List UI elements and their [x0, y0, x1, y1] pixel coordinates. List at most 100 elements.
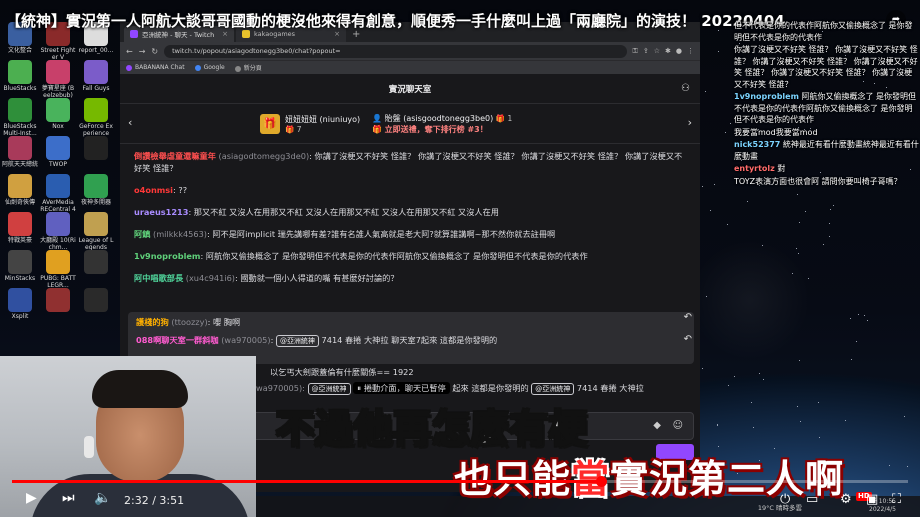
- next-icon[interactable]: ⏭: [62, 490, 75, 506]
- forward-button[interactable]: →: [139, 47, 146, 56]
- chat-username[interactable]: 倒讚檢舉虐童還嘛童年: [134, 151, 216, 161]
- extension-icon[interactable]: ✱: [665, 47, 671, 56]
- miniplayer-icon[interactable]: ▣: [866, 492, 878, 507]
- chat-title: 實況聊天室: [388, 84, 432, 95]
- profile-icon[interactable]: ●: [676, 47, 682, 56]
- volume-icon[interactable]: 🔈: [94, 490, 111, 506]
- star: [796, 248, 798, 250]
- chat-message: 阿鎮 (milkkk4563): 阿不是阿implicit 瑞先講哪有差?誰有名…: [134, 228, 686, 240]
- settings-icon[interactable]: ⚙: [840, 492, 852, 507]
- app-icon: [8, 288, 32, 312]
- star: [818, 436, 820, 438]
- reply-icon[interactable]: ↶: [684, 334, 692, 345]
- chat-message: 護棧的狗 (ttoozzy): 嚶 胸啊: [136, 316, 686, 328]
- desktop-icon-label: report_00...: [78, 47, 114, 54]
- progress-bar[interactable]: [12, 476, 908, 487]
- desktop-icon[interactable]: TWOP: [40, 136, 76, 168]
- close-icon[interactable]: ×: [222, 30, 228, 38]
- overlay-text: 你講了沒梗又不好笑 怪誰？ 你講了沒梗又不好笑 怪誰？ 你講了沒梗又不好笑 怪誰…: [734, 45, 918, 89]
- chat-text: 7414 春捲 大神拉 聊天室7起來 這都是你發明的: [321, 335, 498, 345]
- users-icon[interactable]: ⚇: [681, 83, 690, 94]
- desktop-icon[interactable]: 大廳殿 10(Richm...: [40, 212, 76, 251]
- close-icon[interactable]: ×: [334, 30, 340, 38]
- chat-message: 088啊聊天室一群斜咖 (wa970005): @亞洲統神 7414 春捲 大神…: [136, 334, 686, 347]
- desktop-icon[interactable]: League of Legends: [78, 212, 114, 251]
- star: [807, 277, 809, 279]
- desktop-icon-label: 夢寶星座 (Beelzebub): [41, 85, 75, 99]
- chat-handle: (wa970005): [221, 335, 271, 345]
- chat-username[interactable]: 護棧的狗: [136, 317, 169, 327]
- star: [832, 204, 834, 206]
- star: [752, 426, 754, 428]
- chat-message: 倒讚檢舉虐童還嘛童年 (asiagodtomegg3de0): 你講了沒梗又不好…: [134, 150, 686, 174]
- back-button[interactable]: ←: [126, 47, 133, 56]
- desktop-icon[interactable]: 特戰英豪: [2, 212, 38, 244]
- desktop-icon[interactable]: PUBG: BATTLEGR...: [40, 250, 76, 289]
- star: [701, 367, 703, 369]
- desktop-icon[interactable]: [78, 250, 114, 275]
- earphone: [84, 436, 94, 458]
- star: [818, 402, 820, 404]
- bookmark-babanana[interactable]: BABANANA Chat: [126, 64, 185, 71]
- desktop-icon[interactable]: [78, 136, 114, 161]
- chat-username[interactable]: 088啊聊天室一群斜咖: [136, 335, 219, 345]
- star: [718, 51, 720, 53]
- gifter-count: 7: [296, 124, 302, 134]
- streamer-hair: [92, 370, 188, 408]
- desktop-icon[interactable]: BlueStacks Multi-Inst...: [2, 98, 38, 137]
- gift-box-icon: 🎁: [372, 124, 385, 134]
- leaderboard-entry-2: 👤 貽盤 (asisgoodtonegg3be0) 🎁 1 🎁 立即送禮，奪下排…: [372, 113, 513, 134]
- play-icon[interactable]: ▶: [26, 490, 37, 506]
- desktop-icon[interactable]: GeForce Experience: [78, 98, 114, 137]
- desktop-icon[interactable]: BlueStacks: [2, 60, 38, 92]
- chevron-right-icon[interactable]: ›: [688, 116, 692, 129]
- chat-username[interactable]: 阿中唱歌部長: [134, 273, 183, 283]
- chat-username[interactable]: 1v9noproblem: [134, 251, 200, 261]
- star: [864, 314, 866, 316]
- desktop-icon[interactable]: 阿航天天總統: [2, 136, 38, 168]
- chat-paused-banner[interactable]: ⏸ 捲動介面，聊天已暫停: [353, 382, 450, 394]
- key-icon[interactable]: ⚿: [633, 47, 638, 56]
- desktop-icon[interactable]: 仙劍奇俠傳: [2, 174, 38, 206]
- star: [725, 132, 727, 134]
- desktop-icon[interactable]: Fall Guys: [78, 60, 114, 92]
- subtitles-icon[interactable]: ▭: [806, 492, 818, 507]
- desktop-icon-label: 阿航天天總統: [2, 161, 39, 168]
- star-icon[interactable]: ☆: [654, 47, 660, 56]
- gift-cta-link[interactable]: 立即送禮，奪下排行榜 #3！: [385, 125, 488, 134]
- desktop-icon[interactable]: Xsplit: [2, 288, 38, 320]
- star: [829, 235, 831, 237]
- fullscreen-icon[interactable]: ⛶: [892, 492, 901, 507]
- emote-icon[interactable]: ☺: [673, 420, 683, 431]
- app-icon: [8, 98, 32, 122]
- app-icon: [46, 136, 70, 160]
- reload-button[interactable]: ↻: [151, 47, 158, 56]
- chevron-left-icon[interactable]: ‹: [128, 116, 132, 129]
- desktop-icon[interactable]: MinStacks: [2, 250, 38, 282]
- desktop-icon-label: 大廳殿 10(Richm...: [40, 237, 76, 251]
- share-icon[interactable]: ⇪: [643, 47, 649, 56]
- desktop-icon[interactable]: [78, 288, 114, 313]
- overlay-username: 1v9noproblem: [734, 92, 799, 101]
- chat-username[interactable]: o4onmsi: [134, 185, 173, 195]
- desktop-icon[interactable]: Nox: [40, 98, 76, 130]
- top-user-name: 貽盤 (asisgoodtonegg3be0): [384, 113, 494, 123]
- chat-username[interactable]: 阿鎮: [134, 229, 150, 239]
- autoplay-toggle[interactable]: ⏻: [780, 492, 790, 507]
- star: [823, 244, 825, 246]
- reply-icon[interactable]: ↶: [684, 312, 692, 323]
- star: [727, 384, 729, 386]
- chat-username[interactable]: uraeus1213: [134, 207, 188, 217]
- url-field[interactable]: twitch.tv/popout/asiagodtonegg3be0/chat?…: [164, 44, 627, 58]
- desktop-icon[interactable]: 夢寶星座 (Beelzebub): [40, 60, 76, 99]
- bookmark-google[interactable]: Google: [194, 64, 225, 71]
- desktop-icon[interactable]: 夜神多開器: [78, 174, 114, 206]
- app-icon: [84, 288, 108, 312]
- menu-icon[interactable]: ⋮: [687, 47, 694, 56]
- bits-icon[interactable]: ◆: [653, 420, 661, 431]
- bookmark-new-tab[interactable]: 新分頁: [234, 63, 262, 72]
- mention-badge: @亞洲統神: [275, 335, 319, 347]
- star: [714, 183, 716, 185]
- desktop-icon[interactable]: AVerMedia RECentral 4: [40, 174, 76, 213]
- desktop-icon[interactable]: [40, 288, 76, 313]
